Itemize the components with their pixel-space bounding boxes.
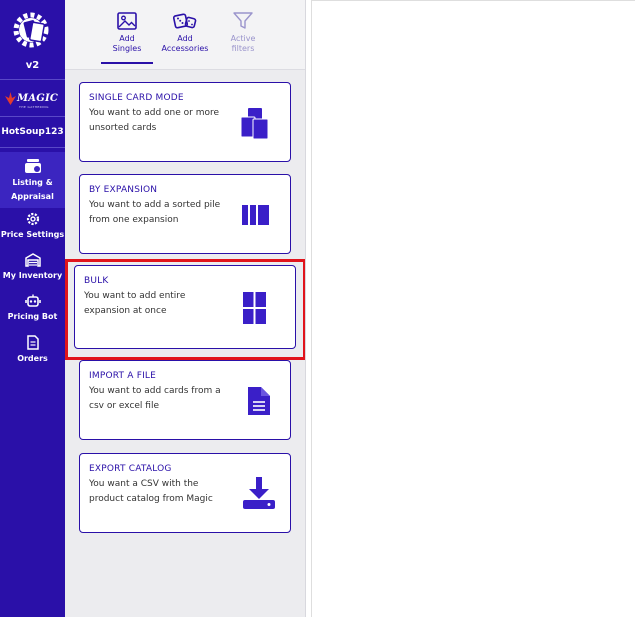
sidebar-item-listing-appraisal[interactable]: Listing & Appraisal [0, 152, 65, 208]
dice-icon [173, 13, 197, 29]
sidebar-item-label: Orders [17, 354, 48, 363]
filter-icon [233, 12, 253, 29]
columns-icon [242, 205, 269, 225]
panel-toolbar: Add Singles Add Accessories Active filte… [65, 0, 305, 70]
mode-card-title: EXPORT CATALOG [89, 464, 172, 474]
mode-card-description: You want a CSV with the product catalog … [89, 479, 213, 504]
sidebar-item-price-settings[interactable]: Price Settings [0, 212, 65, 246]
sidebar-item-orders[interactable]: Orders [0, 335, 65, 369]
mode-card-title: SINGLE CARD MODE [89, 93, 184, 103]
file-icon [248, 387, 270, 415]
mode-card-description: You want to add a sorted pile from one e… [89, 200, 221, 225]
panel-divider [305, 0, 306, 617]
download-icon [243, 477, 275, 509]
game-selector[interactable]: MAGIC THE GATHERING [0, 81, 65, 117]
mode-card-description: You want to add cards from a csv or exce… [89, 386, 221, 411]
mode-card-by-expansion[interactable]: BY EXPANSION You want to add a sorted pi… [79, 174, 291, 254]
add-singles-label: Add Singles [112, 34, 142, 53]
content-area [311, 0, 635, 617]
mode-card-export-catalog[interactable]: EXPORT CATALOG You want a CSV with the p… [79, 453, 291, 533]
sidebar-item-label: Price Settings [0, 230, 65, 239]
app-logo[interactable]: v2 [0, 0, 65, 80]
sidebar-item-label: My Inventory [2, 271, 63, 280]
stacked-cards-icon [240, 108, 269, 139]
sidebar-item-label: Pricing Bot [7, 312, 58, 321]
mode-card-import-file[interactable]: IMPORT A FILE You want to add cards from… [79, 360, 291, 440]
sidebar-item-label: Listing & Appraisal [11, 178, 54, 201]
active-filters-label: Active filters [230, 34, 256, 53]
gear-icon [26, 212, 39, 226]
sidebar-item-my-inventory[interactable]: My Inventory [0, 253, 65, 287]
sidebar-item-pricing-bot[interactable]: Pricing Bot [0, 294, 65, 328]
mode-card-description: You want to add one or more unsorted car… [89, 108, 220, 133]
sidebar: v2 MAGIC THE GATHERING HotSoup123 Listin… [0, 0, 65, 617]
app-version: v2 [25, 60, 40, 71]
add-accessories-label: Add Accessories [161, 34, 209, 53]
document-icon [26, 335, 39, 350]
robot-icon [24, 294, 41, 307]
cards-stack-icon [24, 159, 41, 173]
gear-cards-logo-icon [13, 12, 49, 48]
mode-card-title: IMPORT A FILE [89, 371, 157, 381]
selection-highlight [65, 259, 306, 360]
game-brand: MAGIC [17, 93, 59, 104]
mode-card-title: BY EXPANSION [89, 185, 158, 195]
mode-card-single-card[interactable]: SINGLE CARD MODE You want to add one or … [79, 82, 291, 162]
active-filters-button[interactable]: Active filters [217, 12, 269, 54]
image-icon [117, 12, 137, 30]
planeswalker-icon [5, 92, 16, 105]
content-top-border [311, 0, 635, 1]
add-singles-tab[interactable]: Add Singles [101, 12, 153, 54]
username[interactable]: HotSoup123 [0, 118, 65, 148]
warehouse-icon [24, 253, 41, 267]
game-brand-sub: THE GATHERING [19, 105, 49, 109]
add-accessories-tab[interactable]: Add Accessories [159, 12, 211, 54]
active-tab-indicator [101, 62, 153, 64]
